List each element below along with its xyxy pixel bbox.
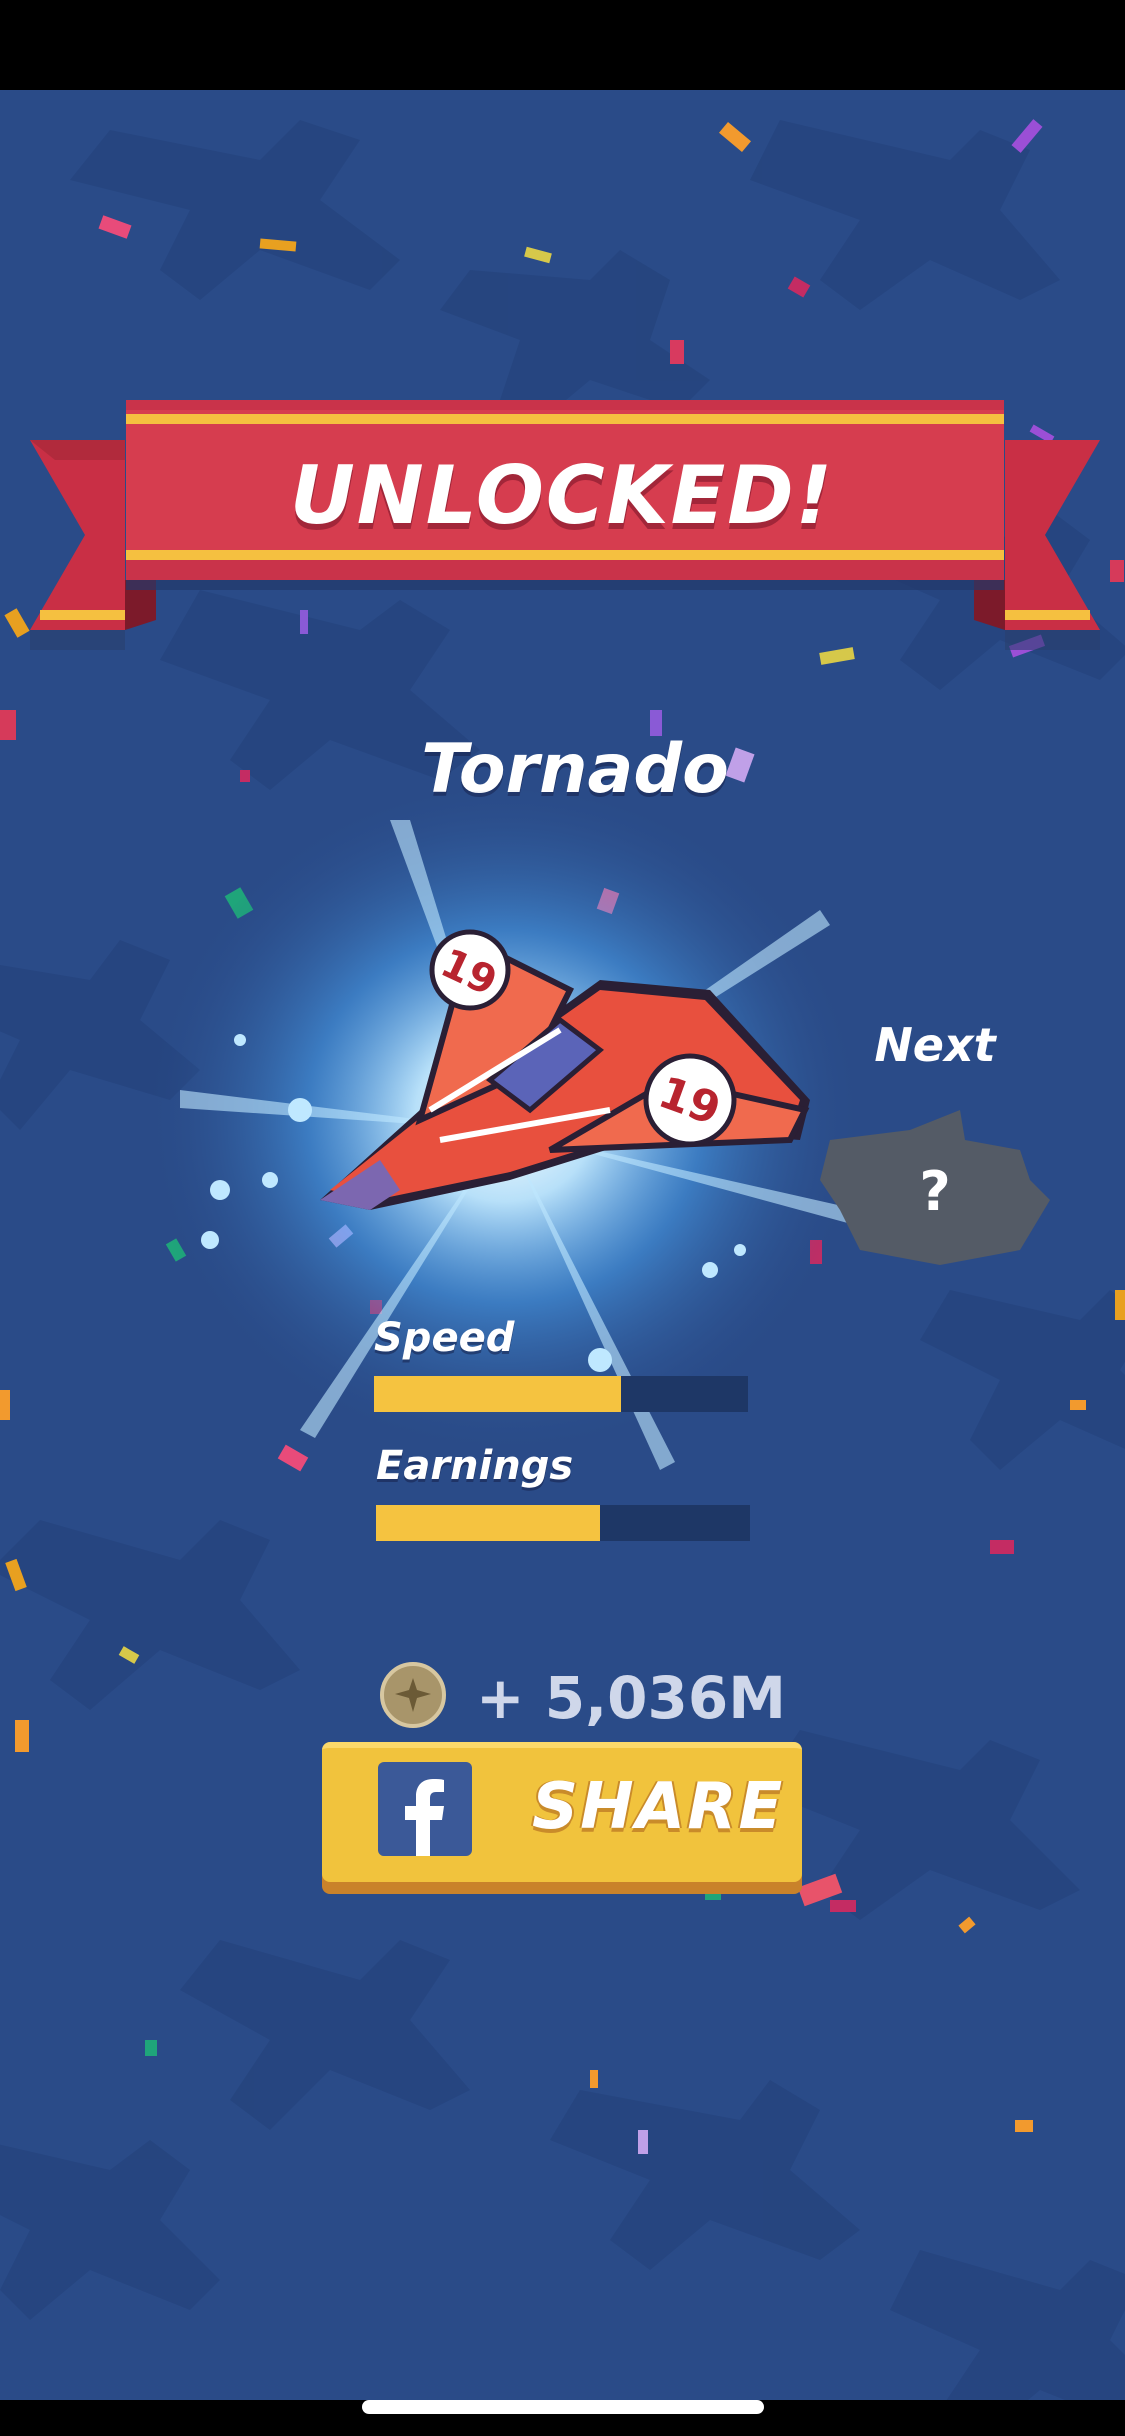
- coin-icon: [380, 1662, 446, 1728]
- status-bar: [0, 0, 1125, 90]
- reward-row: + 5,036M: [380, 1662, 800, 1732]
- next-label: Next: [874, 1018, 996, 1072]
- speed-bar: [374, 1376, 748, 1412]
- facebook-share-button[interactable]: SHARE: [322, 1742, 802, 1882]
- banner-title: UNLOCKED!: [289, 448, 835, 542]
- stat-label-earnings: Earnings: [376, 1443, 574, 1489]
- earnings-bar-fill: [376, 1505, 601, 1541]
- speed-bar-fill: [374, 1376, 621, 1412]
- home-indicator[interactable]: [362, 2400, 764, 2414]
- next-plane-silhouette[interactable]: ?: [820, 1110, 1050, 1270]
- facebook-icon: [378, 1762, 472, 1856]
- next-plane-question-mark: ?: [919, 1160, 950, 1223]
- game-area: UNLOCKED! Tornado 19 19 Next ? Speed Ear…: [0, 90, 1125, 2400]
- stat-label-speed: Speed: [374, 1315, 515, 1361]
- earnings-bar: [376, 1505, 750, 1541]
- tornado-plane-image: 19 19: [320, 929, 810, 1210]
- share-label: SHARE: [532, 1770, 785, 1844]
- reward-amount: + 5,036M: [476, 1664, 786, 1732]
